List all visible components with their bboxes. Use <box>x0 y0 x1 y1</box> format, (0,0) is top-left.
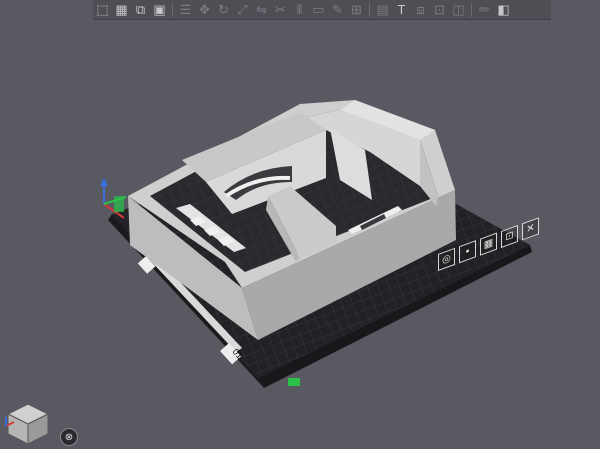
settings-icon: ◎ <box>442 252 451 267</box>
3d-viewport[interactable]: 01 <box>0 0 600 449</box>
reset-view-button[interactable]: ⊗ <box>60 428 78 446</box>
close-plate-icon: ✕ <box>526 221 535 236</box>
plate-marker <box>288 378 300 386</box>
navigation-cube[interactable] <box>5 403 50 445</box>
arrange-plate-icon: ▦ <box>483 236 494 252</box>
orient-icon: ⊡ <box>505 229 514 244</box>
lock-icon: ▪ <box>465 245 470 258</box>
